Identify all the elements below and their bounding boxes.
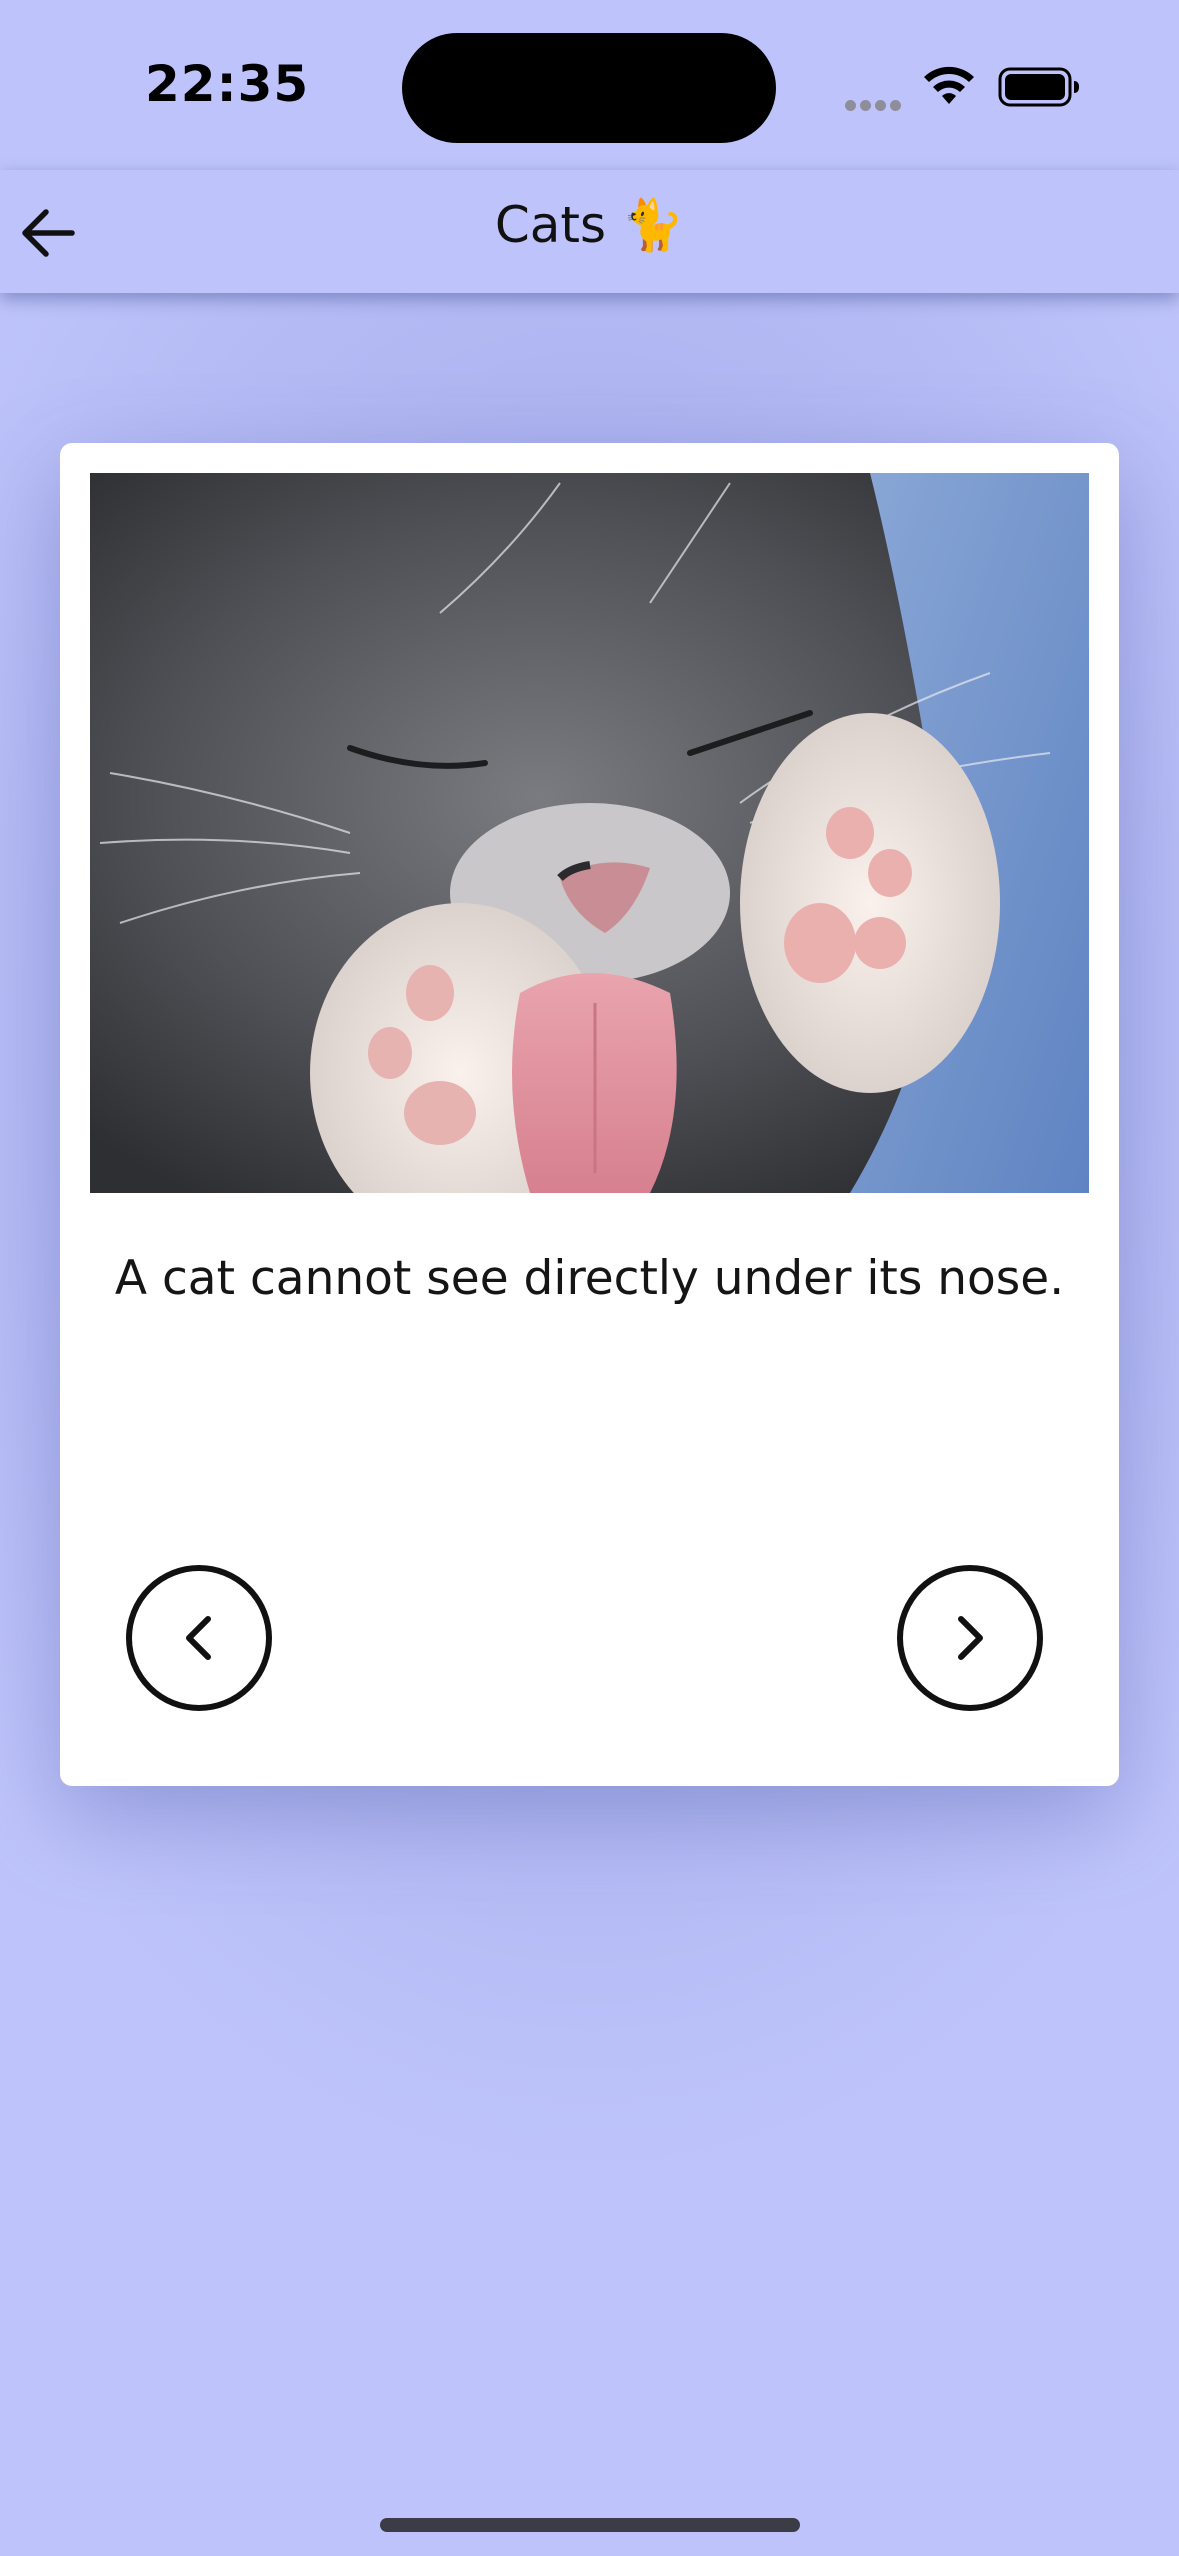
home-indicator[interactable] <box>380 2518 800 2532</box>
cellular-signal-icon <box>845 96 905 111</box>
chevron-right-icon <box>958 1616 983 1660</box>
previous-fact-button[interactable] <box>126 1565 272 1711</box>
wifi-icon <box>924 66 974 104</box>
status-bar: 22:35 <box>0 0 1179 170</box>
cat-fact-card: A cat cannot see directly under its nose… <box>60 443 1119 1786</box>
battery-icon <box>998 67 1079 107</box>
page-title: Cats 🐈 <box>494 196 685 254</box>
content-area: A cat cannot see directly under its nose… <box>0 293 1179 2556</box>
status-time: 22:35 <box>145 55 310 113</box>
cat-photo <box>90 473 1089 1193</box>
next-fact-button[interactable] <box>897 1565 1043 1711</box>
dynamic-island <box>402 33 776 143</box>
navigation-bar: Cats 🐈 <box>0 170 1179 293</box>
chevron-left-icon <box>186 1616 211 1660</box>
kitten-image <box>90 473 1089 1193</box>
cat-fact-text: A cat cannot see directly under its nose… <box>114 1251 1065 1306</box>
